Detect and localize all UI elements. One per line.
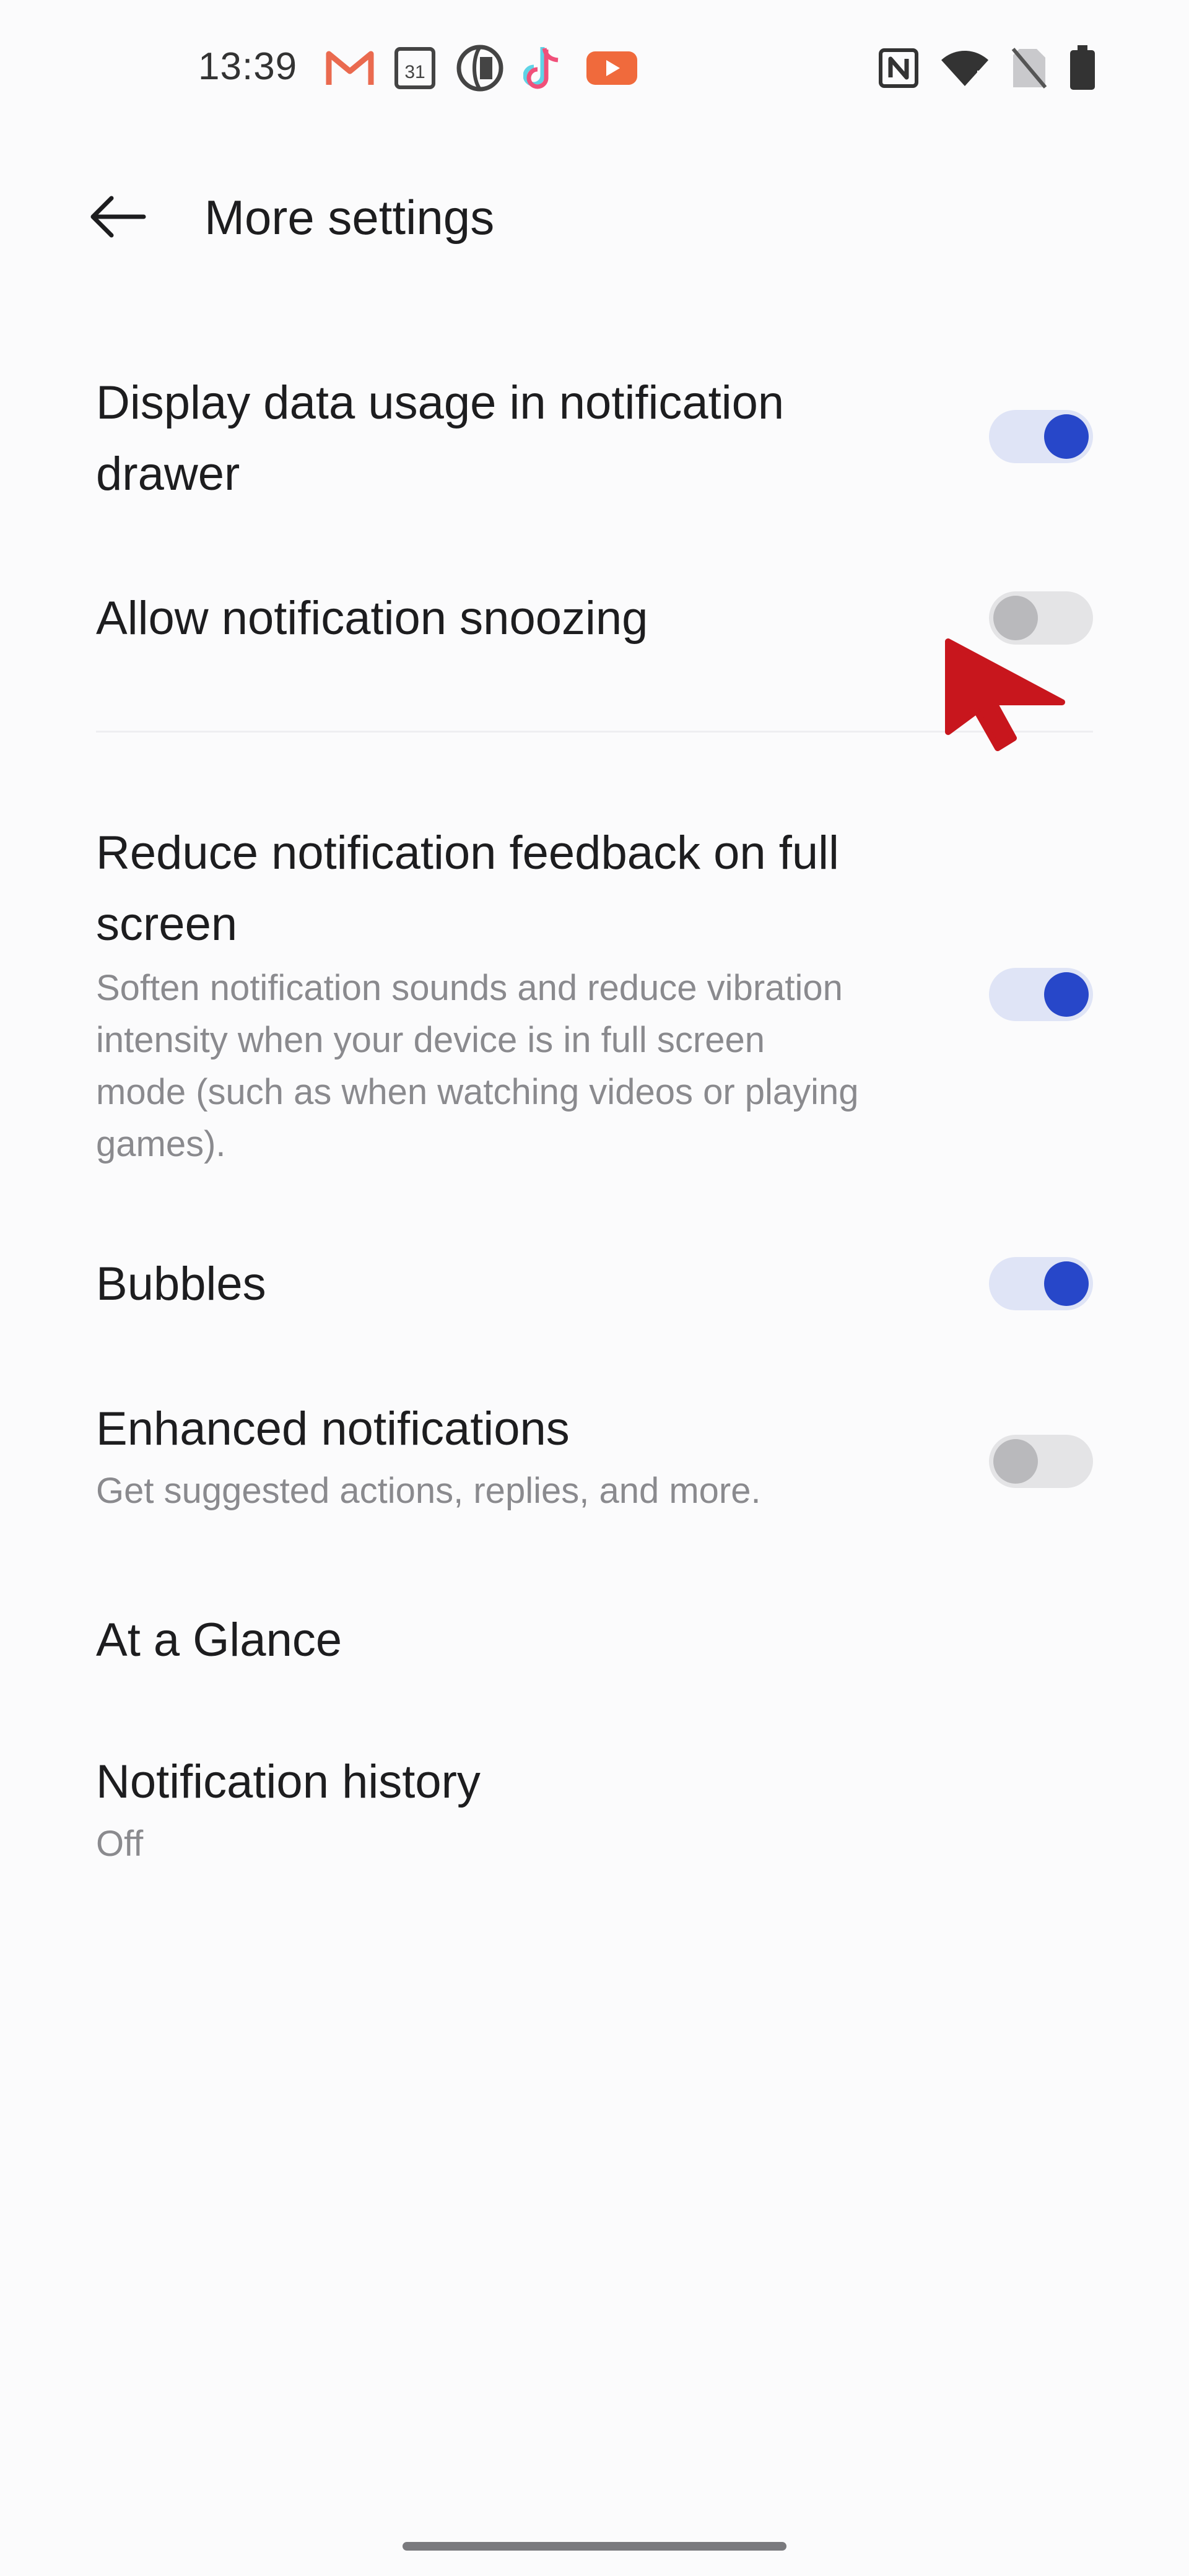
- status-system-icons: [878, 43, 1096, 93]
- setting-title-line: Reduce notification feedback on full: [96, 827, 839, 879]
- setting-reduce-feedback-full-screen[interactable]: Reduce notification feedback on full scr…: [0, 817, 1189, 1177]
- notification-snoozing-toggle[interactable]: [989, 591, 1093, 645]
- app-header: More settings: [0, 173, 1189, 260]
- globe-app-icon: [456, 45, 503, 92]
- setting-title: Allow notification snoozing: [96, 592, 648, 645]
- tiktok-icon: [523, 47, 559, 89]
- toggle-knob: [1044, 972, 1089, 1017]
- setting-description: Get suggested actions, replies, and more…: [96, 1471, 761, 1511]
- page-title: More settings: [204, 190, 495, 245]
- setting-enhanced-notifications[interactable]: Enhanced notifications Get suggested act…: [0, 1393, 1189, 1536]
- back-button[interactable]: [81, 186, 155, 248]
- bubbles-toggle[interactable]: [989, 1257, 1093, 1310]
- setting-title-line: screen: [96, 898, 238, 951]
- setting-description: Off: [96, 1824, 144, 1864]
- nfc-icon: [879, 48, 918, 88]
- setting-description-line: games).: [96, 1124, 226, 1164]
- status-time: 13:39: [198, 45, 298, 88]
- reduce-feedback-toggle[interactable]: [989, 968, 1093, 1021]
- setting-description-line: intensity when your device is in full sc…: [96, 1020, 765, 1060]
- setting-title: Bubbles: [96, 1258, 266, 1310]
- mouse-cursor-icon: [945, 638, 1065, 751]
- sim-off-icon: [1011, 48, 1047, 89]
- setting-title-line: drawer: [96, 448, 240, 500]
- setting-description: Soften notification sounds and reduce vi…: [96, 962, 932, 1170]
- youtube-icon: [586, 51, 637, 85]
- setting-title-line: Display data usage in notification: [96, 376, 785, 429]
- status-app-icons: 31: [325, 43, 638, 93]
- setting-title: Reduce notification feedback on full scr…: [96, 817, 932, 960]
- home-gesture-bar[interactable]: [403, 2542, 786, 2551]
- toggle-knob: [993, 596, 1038, 640]
- setting-display-data-usage[interactable]: Display data usage in notification drawe…: [0, 362, 1189, 511]
- toggle-knob: [1044, 1261, 1089, 1306]
- setting-description-line: Soften notification sounds and reduce vi…: [96, 968, 843, 1008]
- toggle-knob: [1044, 414, 1089, 459]
- toggle-knob: [993, 1439, 1038, 1484]
- section-divider: [96, 731, 1093, 733]
- enhanced-notifications-toggle[interactable]: [989, 1435, 1093, 1488]
- setting-title: Notification history: [96, 1756, 481, 1808]
- setting-notification-history[interactable]: Notification history Off: [0, 1746, 1189, 1889]
- setting-title: Enhanced notifications: [96, 1403, 570, 1455]
- setting-bubbles[interactable]: Bubbles: [0, 1245, 1189, 1325]
- calendar-icon: 31: [394, 47, 435, 89]
- calendar-day-text: 31: [404, 62, 425, 82]
- arrow-left-icon: [90, 196, 146, 238]
- setting-title: Display data usage in notification drawe…: [96, 367, 932, 510]
- battery-icon: [1070, 45, 1095, 90]
- display-data-usage-toggle[interactable]: [989, 410, 1093, 463]
- setting-title: At a Glance: [96, 1614, 342, 1666]
- wifi-icon: [941, 51, 988, 86]
- setting-at-a-glance[interactable]: At a Glance: [0, 1601, 1189, 1681]
- gmail-icon: [326, 51, 374, 85]
- setting-description-line: mode (such as when watching videos or pl…: [96, 1072, 859, 1112]
- status-bar: 13:39 31: [0, 0, 1189, 136]
